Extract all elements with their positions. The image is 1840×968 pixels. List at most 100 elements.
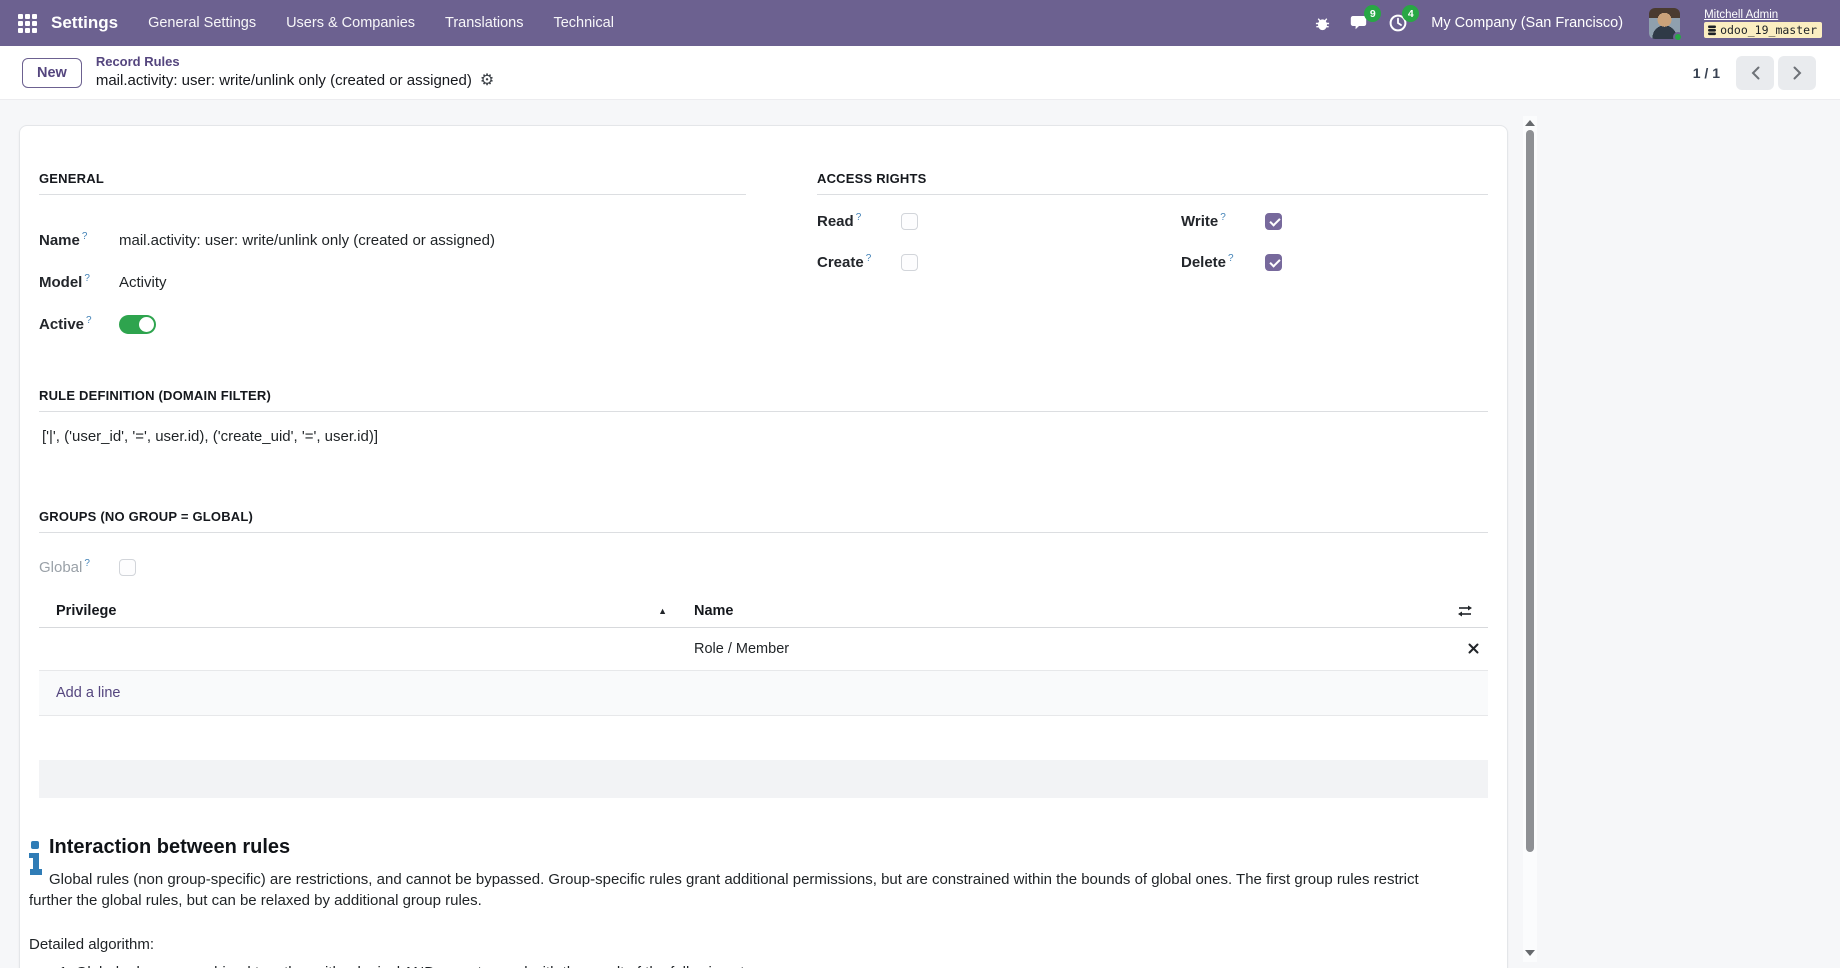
create-checkbox[interactable] [901,254,918,271]
domain-filter-input[interactable]: ['|', ('user_id', '=', user.id), ('creat… [39,428,1488,445]
column-header-name[interactable]: Name [677,595,1441,627]
activities-clock-icon[interactable]: 4 [1387,12,1409,34]
form-view: GENERAL Name? mail.activity: user: write… [0,100,1840,968]
help-title: Interaction between rules [29,836,1488,859]
read-field-row: Read? [817,209,1181,233]
active-label: Active? [39,315,119,333]
write-label: Write? [1181,212,1265,230]
name-field-row: Name? mail.activity: user: write/unlink … [39,219,746,261]
main-menu: General Settings Users & Companies Trans… [148,15,614,31]
breadcrumb: Record Rules mail.activity: user: write/… [96,54,494,92]
breadcrumb-record-rules-link[interactable]: Record Rules [96,54,494,71]
name-input[interactable]: mail.activity: user: write/unlink only (… [119,232,495,249]
read-label: Read? [817,212,901,230]
database-icon [1707,25,1717,36]
help-section: Interaction between rules Global rules (… [29,836,1488,968]
info-icon [29,836,44,882]
help-paragraph-2: Detailed algorithm: [29,934,1459,956]
delete-checkbox[interactable] [1265,254,1282,271]
model-field-row: Model? Activity [39,261,746,303]
privilege-cell[interactable] [39,627,677,670]
vertical-scrollbar[interactable] [1523,116,1537,962]
global-checkbox[interactable] [119,559,136,576]
presence-dot [1673,32,1683,42]
help-question-icon[interactable]: ? [1228,253,1234,264]
delete-field-row: Delete? [1181,250,1488,274]
section-groups: GROUPS (NO GROUP = GLOBAL) Global? Privi… [39,509,1488,798]
control-panel: New Record Rules mail.activity: user: wr… [0,46,1840,100]
database-name: odoo_19_master [1720,23,1817,37]
gear-icon[interactable]: ⚙ [480,71,494,92]
help-question-icon[interactable]: ? [84,558,90,569]
chevron-right-icon [1793,66,1802,80]
pager-previous-button[interactable] [1736,56,1774,90]
add-a-line-link[interactable]: Add a line [56,685,121,701]
active-field-row: Active? [39,303,746,345]
delete-label: Delete? [1181,253,1265,271]
user-name[interactable]: Mitchell Admin [1704,8,1778,22]
general-heading: GENERAL [39,171,746,195]
chevron-left-icon [1751,66,1760,80]
activities-count-badge: 4 [1402,5,1419,22]
scroll-down-arrow-icon[interactable] [1525,950,1535,956]
groups-table-header: Privilege▲ Name [39,595,1488,627]
menu-general-settings[interactable]: General Settings [148,15,256,31]
help-question-icon[interactable]: ? [1220,212,1226,223]
create-label: Create? [817,253,901,271]
name-cell[interactable]: Role / Member [677,627,1441,670]
create-field-row: Create? [817,250,1181,274]
global-label: Global? [39,558,119,576]
new-button[interactable]: New [22,58,82,88]
help-question-icon[interactable]: ? [86,315,92,326]
apps-grid-icon[interactable] [18,14,37,33]
scrollbar-thumb[interactable] [1526,130,1534,852]
delete-row-cell [1441,627,1488,670]
user-info: Mitchell Admin odoo_19_master [1704,8,1822,39]
groups-heading: GROUPS (NO GROUP = GLOBAL) [39,509,1488,533]
record-rule-sheet: GENERAL Name? mail.activity: user: write… [19,125,1508,968]
pager-next-button[interactable] [1778,56,1816,90]
table-row[interactable]: Role / Member [39,627,1488,670]
write-field-row: Write? [1181,209,1488,233]
messages-icon[interactable]: 9 [1349,12,1371,34]
help-question-icon[interactable]: ? [82,231,88,242]
pager: 1 / 1 [1693,56,1816,90]
add-line-row: Add a line [39,670,1488,715]
global-field-row: Global? [39,555,1488,579]
help-question-icon[interactable]: ? [856,212,862,223]
read-checkbox[interactable] [901,213,918,230]
name-label: Name? [39,231,119,249]
write-checkbox[interactable] [1265,213,1282,230]
help-question-icon[interactable]: ? [866,253,872,264]
debug-bug-icon[interactable] [1311,12,1333,34]
menu-technical[interactable]: Technical [553,15,613,31]
model-label: Model? [39,273,119,291]
optional-columns-icon[interactable] [1441,604,1488,618]
section-rule-definition: RULE DEFINITION (DOMAIN FILTER) ['|', ('… [39,388,1488,445]
systray: 9 4 My Company (San Francisco) Mitchell … [1311,8,1822,39]
company-switcher[interactable]: My Company (San Francisco) [1431,15,1623,31]
app-name[interactable]: Settings [51,13,118,33]
help-question-icon[interactable]: ? [84,273,90,284]
table-filler-row [39,716,1488,760]
scroll-up-arrow-icon[interactable] [1525,120,1535,126]
model-input[interactable]: Activity [119,274,167,291]
menu-users-companies[interactable]: Users & Companies [286,15,415,31]
database-badge: odoo_19_master [1704,22,1822,38]
delete-row-icon[interactable] [1458,643,1488,654]
top-navbar: Settings General Settings Users & Compan… [0,0,1840,46]
help-list-item-1: 1. Global rules are combined together wi… [29,964,1488,968]
user-avatar[interactable] [1649,8,1680,39]
groups-table: Privilege▲ Name Role / Member [39,595,1488,716]
messages-count-badge: 9 [1364,5,1381,22]
section-access-rights: ACCESS RIGHTS Read? Write? Create? [817,171,1488,344]
column-header-privilege[interactable]: Privilege▲ [39,595,677,627]
table-filler-row-striped [39,760,1488,798]
menu-translations[interactable]: Translations [445,15,523,31]
section-general: GENERAL Name? mail.activity: user: write… [39,171,746,344]
pager-value: 1 / 1 [1693,65,1720,81]
active-toggle[interactable] [119,315,156,334]
sort-asc-icon: ▲ [658,606,667,616]
help-paragraph-1: Global rules (non group-specific) are re… [29,869,1459,913]
optional-columns-cell [1441,595,1488,627]
